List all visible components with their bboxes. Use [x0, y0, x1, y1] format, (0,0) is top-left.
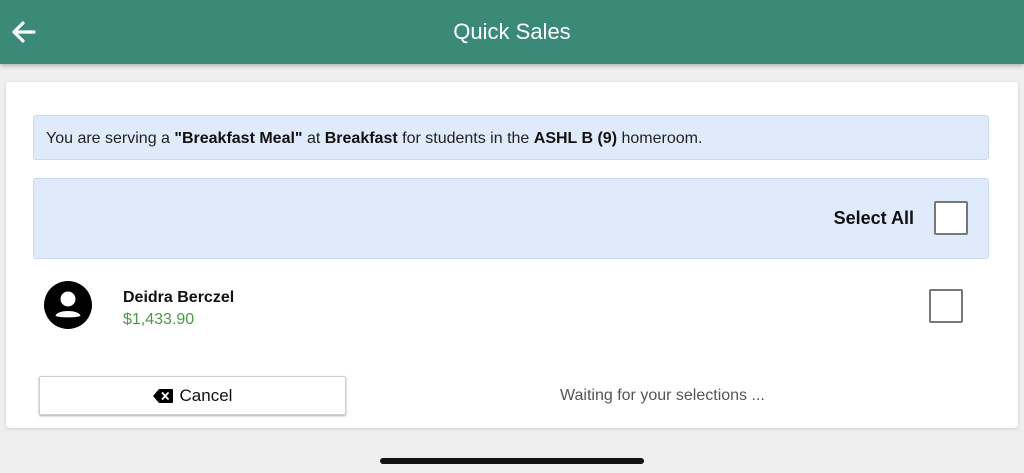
cancel-label: Cancel [179, 385, 233, 405]
status-text: Waiting for your selections ... [560, 387, 765, 404]
backspace-x-icon [152, 388, 173, 403]
student-name: Deidra Berczel [123, 289, 235, 306]
serving-info-banner: You are serving a "Breakfast Meal" at Br… [33, 115, 989, 160]
info-period: Breakfast [324, 130, 398, 147]
user-avatar-icon [44, 281, 92, 329]
info-suffix: homeroom. [617, 130, 703, 147]
info-at: at [302, 130, 325, 147]
select-all-checkbox[interactable] [934, 201, 968, 235]
sales-card: You are serving a "Breakfast Meal" at Br… [6, 82, 1018, 428]
select-all-bar: Select All [33, 178, 989, 259]
select-all-label: Select All [833, 208, 914, 228]
app-header: Quick Sales [0, 0, 1024, 64]
info-middle: for students in the [397, 130, 534, 147]
info-homeroom: ASHL B (9) [533, 130, 618, 147]
student-row[interactable]: Deidra Berczel $1,433.90 [33, 272, 989, 342]
info-meal: "Breakfast Meal" [174, 130, 303, 147]
home-indicator[interactable] [380, 458, 644, 464]
info-prefix: You are serving a [46, 130, 175, 147]
page-title: Quick Sales [453, 19, 571, 44]
student-balance: $1,433.90 [123, 311, 195, 328]
student-checkbox[interactable] [929, 289, 963, 323]
cancel-button[interactable]: Cancel [39, 376, 346, 415]
